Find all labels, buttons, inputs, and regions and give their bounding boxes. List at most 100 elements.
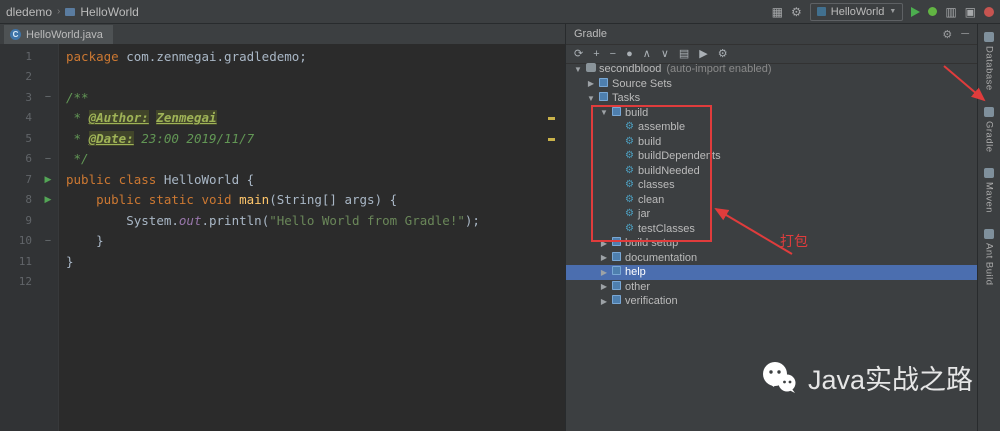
run-gradle-icon[interactable]: ● bbox=[626, 48, 633, 60]
debug-button[interactable] bbox=[928, 7, 938, 16]
code-line[interactable]: 9 System.out.println("Hello World from G… bbox=[0, 210, 565, 231]
code-line[interactable]: 10− } bbox=[0, 231, 565, 252]
tree-item-assemble[interactable]: ⚙ assemble bbox=[566, 120, 977, 135]
tree-item-help[interactable]: ▶ help bbox=[566, 265, 977, 280]
tool-tab-maven[interactable]: Maven bbox=[984, 168, 995, 213]
tree-toggle[interactable]: ▶ bbox=[585, 79, 597, 88]
breadcrumb-module[interactable]: HelloWorld bbox=[80, 5, 138, 19]
tree-item-classes[interactable]: ⚙ classes bbox=[566, 178, 977, 193]
add-icon[interactable]: + bbox=[593, 48, 599, 60]
gradle-panel-title: Gradle bbox=[574, 28, 608, 40]
tree-item-label: buildDependents bbox=[638, 150, 721, 163]
code-line[interactable]: 5 * @Date: 23:00 2019/11/7 bbox=[0, 128, 565, 149]
code-token: public class bbox=[66, 171, 164, 187]
tree-toggle[interactable]: ▼ bbox=[585, 94, 597, 103]
tree-toggle[interactable]: ▼ bbox=[572, 65, 584, 74]
tool-tab-database[interactable]: Database bbox=[984, 32, 995, 91]
profiler-icon[interactable]: ▣ bbox=[965, 6, 976, 18]
code-token: */ bbox=[66, 151, 89, 167]
tool-tab-gradle[interactable]: Gradle bbox=[984, 106, 995, 152]
gradle-task-tree: ▼ secondblood (auto-import enabled) ▶ Source… bbox=[566, 62, 977, 309]
gradle-panel-header: Gradle ⚙ ─ bbox=[566, 24, 977, 45]
settings-wrench-icon[interactable]: ⚙ bbox=[718, 48, 728, 60]
run-gutter-icon[interactable]: ▶ bbox=[38, 194, 58, 205]
run-config-label: HelloWorld bbox=[830, 5, 885, 18]
detach-icon[interactable]: − bbox=[610, 48, 616, 60]
line-number: 2 bbox=[25, 70, 32, 84]
watermark-text: Java实战之路 bbox=[808, 365, 974, 395]
wrench-icon[interactable]: ⚙ bbox=[791, 6, 802, 18]
tree-item-verification[interactable]: ▶ verification bbox=[566, 294, 977, 309]
line-number: 10 bbox=[18, 234, 32, 248]
inspection-mark[interactable] bbox=[548, 117, 555, 120]
task-icon: ⚙ bbox=[625, 135, 634, 147]
record-icon[interactable] bbox=[984, 6, 994, 17]
code-token: @Date: bbox=[88, 130, 134, 146]
code-text: System.out.println("Hello World from Gra… bbox=[58, 213, 480, 228]
tree-item-label: other bbox=[625, 280, 651, 293]
tree-item-secondblood[interactable]: ▼ secondblood (auto-import enabled) bbox=[566, 62, 977, 77]
tree-item-tasks[interactable]: ▼ Tasks bbox=[566, 91, 977, 106]
tree-toggle[interactable]: ▶ bbox=[598, 268, 610, 277]
line-number: 7 bbox=[25, 172, 32, 186]
breadcrumb-project-dir[interactable]: dledemo bbox=[6, 5, 52, 19]
tree-item-other[interactable]: ▶ other bbox=[566, 280, 977, 295]
code-line[interactable]: 2 bbox=[0, 67, 565, 88]
code-line[interactable]: 11} bbox=[0, 251, 565, 272]
tree-item-clean[interactable]: ⚙ clean bbox=[566, 193, 977, 208]
fold-icon[interactable]: − bbox=[38, 153, 58, 165]
java-class-icon bbox=[10, 29, 21, 40]
code-line[interactable]: 7 ▶ public class HelloWorld { bbox=[0, 169, 565, 190]
tree-item-build[interactable]: ▼ build bbox=[566, 106, 977, 121]
tree-item-buildneeded[interactable]: ⚙ buildNeeded bbox=[566, 164, 977, 179]
hide-panel-icon[interactable]: ─ bbox=[961, 28, 969, 41]
group-tasks-icon[interactable]: ▤ bbox=[679, 48, 689, 60]
tree-item-build-setup[interactable]: ▶ build setup bbox=[566, 236, 977, 251]
tree-item-jar[interactable]: ⚙ jar bbox=[566, 207, 977, 222]
execute-icon[interactable]: ▶ bbox=[699, 48, 707, 60]
code-line[interactable]: 1 package com.zenmegai.gradledemo; bbox=[0, 46, 565, 67]
editor-pane: HelloWorld.java 1 package com.zenmegai.gr… bbox=[0, 24, 565, 431]
line-number: 5 bbox=[25, 131, 32, 145]
tree-item-label: classes bbox=[638, 179, 675, 192]
refresh-icon[interactable]: ⟳ bbox=[574, 48, 583, 60]
watermark: Java实战之路 bbox=[760, 358, 973, 397]
tree-toggle[interactable]: ▼ bbox=[598, 108, 610, 117]
code-editor[interactable]: 1 package com.zenmegai.gradledemo; 2 3−/** 4… bbox=[0, 44, 565, 431]
monitor-icon[interactable]: ▦ bbox=[772, 6, 783, 18]
editor-tab-bar: HelloWorld.java bbox=[0, 24, 565, 45]
code-line[interactable]: 6− */ bbox=[0, 149, 565, 170]
tool-tab-ant-build[interactable]: Ant Build bbox=[984, 229, 995, 286]
group-icon bbox=[610, 281, 623, 293]
run-gutter-icon[interactable]: ▶ bbox=[38, 174, 58, 185]
tree-toggle[interactable]: ▶ bbox=[598, 297, 610, 306]
code-token: 23:00 2019/11/7 bbox=[141, 130, 255, 146]
code-line[interactable]: 3−/** bbox=[0, 87, 565, 108]
tab-helloworld-java[interactable]: HelloWorld.java bbox=[4, 25, 113, 44]
line-number: 11 bbox=[18, 254, 32, 268]
group-icon bbox=[610, 266, 623, 278]
fold-icon[interactable]: − bbox=[38, 91, 58, 103]
run-button[interactable] bbox=[911, 6, 921, 17]
collapse-all-icon[interactable]: ∨ bbox=[661, 48, 669, 60]
tree-toggle[interactable]: ▶ bbox=[598, 239, 610, 248]
tree-item-testclasses[interactable]: ⚙ testClasses bbox=[566, 222, 977, 237]
coverage-icon[interactable]: ▥ bbox=[945, 6, 956, 18]
code-line[interactable]: 4 * @Author: Zenmegai bbox=[0, 108, 565, 129]
tree-item-source-sets[interactable]: ▶ Source Sets bbox=[566, 77, 977, 92]
run-config-selector[interactable]: HelloWorld ▼ bbox=[809, 2, 904, 21]
fold-icon[interactable]: − bbox=[38, 235, 58, 247]
tree-item-build[interactable]: ⚙ build bbox=[566, 135, 977, 150]
tree-item-documentation[interactable]: ▶ documentation bbox=[566, 251, 977, 266]
tree-toggle[interactable]: ▶ bbox=[598, 282, 610, 291]
inspection-mark[interactable] bbox=[548, 138, 555, 141]
tab-label: HelloWorld.java bbox=[26, 28, 103, 41]
code-line[interactable]: 8 ▶ public static void main(String[] args… bbox=[0, 190, 565, 211]
expand-all-icon[interactable]: ∧ bbox=[643, 48, 651, 60]
tree-toggle[interactable]: ▶ bbox=[598, 253, 610, 262]
code-line[interactable]: 12 bbox=[0, 272, 565, 293]
gear-icon[interactable]: ⚙ bbox=[942, 28, 952, 41]
tree-item-builddependents[interactable]: ⚙ buildDependents bbox=[566, 149, 977, 164]
code-token: * bbox=[66, 130, 89, 146]
